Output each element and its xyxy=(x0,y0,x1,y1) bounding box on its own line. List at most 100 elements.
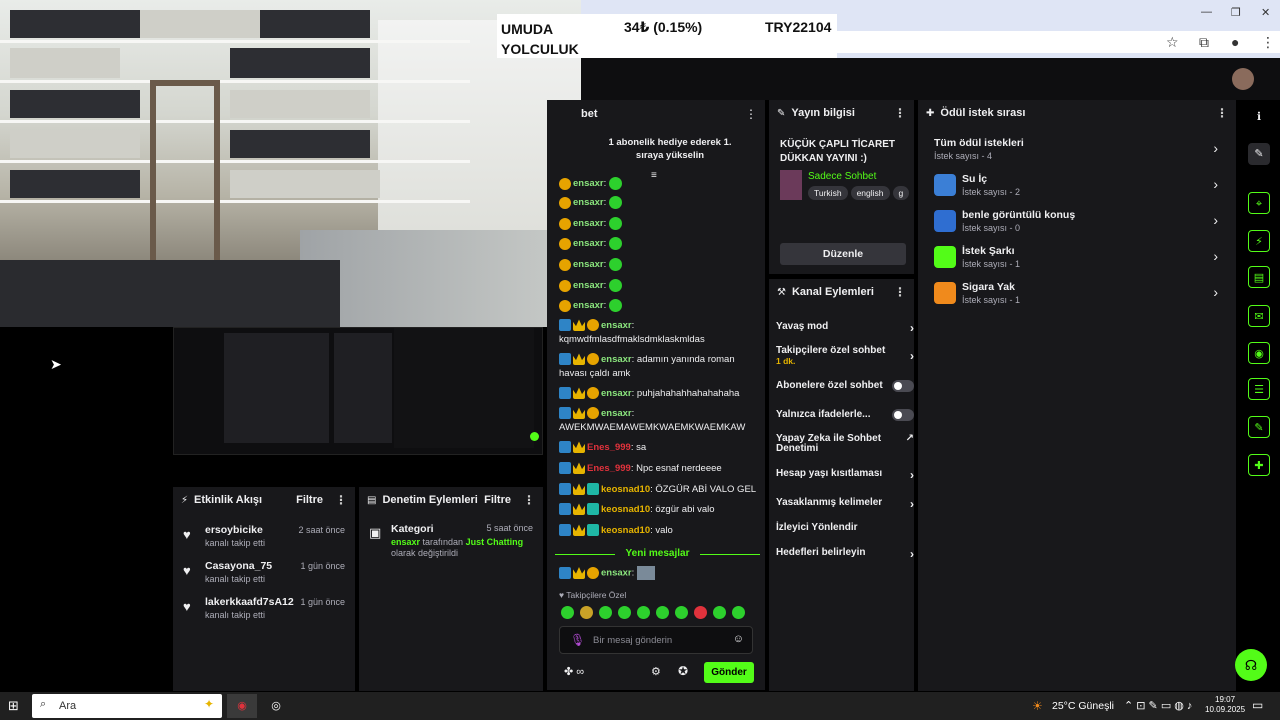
list-item: ♥ Casayona_75 kanalı takip etti 1 gün ön… xyxy=(173,558,355,594)
emote-icon[interactable] xyxy=(599,606,612,619)
broadcast-icon[interactable]: ◉ xyxy=(1248,342,1270,364)
reward-row[interactable]: Tüm ödül istekleri İstek sayısı - 4 › xyxy=(928,136,1218,170)
redirect-row[interactable]: İzleyici Yönlendir xyxy=(776,522,908,533)
chat-message: ensaxr: xyxy=(559,217,759,231)
info-icon[interactable]: ℹ xyxy=(1248,106,1270,128)
mod-item-time: 5 saat önce xyxy=(486,523,533,533)
obs-taskbar-icon[interactable]: ◎ xyxy=(262,694,290,718)
support-icon[interactable]: ☊ xyxy=(1235,649,1267,681)
category-link[interactable]: Sadece Sohbet xyxy=(808,171,876,182)
ticker-goal: TRY22104 xyxy=(765,19,832,35)
edit-button[interactable]: Düzenle xyxy=(780,243,906,265)
taskbar-search[interactable]: ⌕ Ara ✦ xyxy=(32,694,222,718)
more-icon[interactable]: ⋮ xyxy=(894,106,906,120)
subs-chat-toggle[interactable] xyxy=(892,380,914,392)
chat-input[interactable]: 🎙 Bir mesaj gönderin ☺ xyxy=(559,626,753,654)
puzzle-icon: ✚ xyxy=(926,107,935,119)
emote-icon[interactable] xyxy=(618,606,631,619)
emote-icon[interactable] xyxy=(694,606,707,619)
tag[interactable]: g xyxy=(892,186,910,200)
banned-words-row[interactable]: Yasaklanmış kelimeler › xyxy=(776,497,914,511)
minimize-icon[interactable]: — xyxy=(1201,6,1212,18)
emote-icon[interactable] xyxy=(732,606,745,619)
emote-icon[interactable] xyxy=(637,606,650,619)
chat-message: ensaxr: AWEKMWAEMAWEMKWAEMKWAEMKAW xyxy=(559,407,746,433)
sticker-icon[interactable]: ✪ xyxy=(678,664,688,678)
focus-icon[interactable]: ⌖ xyxy=(1248,192,1270,214)
extensions-icon[interactable]: ⧉ xyxy=(1199,34,1209,51)
chat-title: bet xyxy=(581,108,598,120)
ai-moderation-row[interactable]: Yapay Zeka ile Sohbet Denetimi ↗ xyxy=(776,434,914,454)
chat-message: ensaxr: xyxy=(559,258,759,272)
activity-filter-button[interactable]: Filtre xyxy=(296,494,323,506)
follower-name[interactable]: lakerkkaafd7sA12 xyxy=(205,596,294,608)
chevron-right-icon: › xyxy=(1213,176,1218,192)
activity-desc: kanalı takip etti xyxy=(205,610,266,620)
emote-icon[interactable] xyxy=(580,606,593,619)
more-icon[interactable]: ⋮ xyxy=(894,285,906,299)
emotes-only-toggle[interactable] xyxy=(892,409,914,421)
followers-chat-row[interactable]: Takipçilere özel sohbet 1 dk. › xyxy=(776,345,914,367)
chat-message: Enes_999: sa xyxy=(559,441,759,455)
chevron-right-icon: › xyxy=(910,547,914,561)
more-icon[interactable]: ⋮ xyxy=(335,493,347,507)
account-age-row[interactable]: Hesap yaşı kısıtlaması › xyxy=(776,468,914,482)
follower-name[interactable]: Casayona_75 xyxy=(205,560,272,572)
reward-icon xyxy=(934,246,956,268)
sparkle-icon: ✦ xyxy=(203,697,214,711)
emoji-icon[interactable]: ☺ xyxy=(733,633,744,645)
windows-start-icon[interactable]: ⊞ xyxy=(8,698,19,714)
tag[interactable]: english xyxy=(850,186,890,200)
more-icon[interactable]: ⋮ xyxy=(1216,106,1228,120)
lightning-icon[interactable]: ⚡ xyxy=(1248,230,1270,252)
chrome-taskbar-icon[interactable]: ◉ xyxy=(227,694,257,718)
tag[interactable]: Turkish xyxy=(808,186,848,200)
close-icon[interactable]: ✕ xyxy=(1261,6,1270,19)
emote-icon[interactable] xyxy=(656,606,669,619)
tray-icons[interactable]: ⌃ ⊡ ✎ ▭ ◍ ♪ xyxy=(1124,699,1192,712)
weather-text[interactable]: 25°C Güneşli xyxy=(1052,700,1114,712)
more-icon[interactable]: ⋮ xyxy=(523,493,535,507)
profile-icon[interactable]: ● xyxy=(1231,34,1239,50)
camera-feed xyxy=(0,0,581,327)
new-messages-divider[interactable]: Yeni mesajlar xyxy=(555,548,760,559)
layout-icon[interactable]: ☰ xyxy=(1248,378,1270,400)
reward-row[interactable]: Sigara Yak İstek sayısı - 1 › xyxy=(928,280,1218,314)
clock[interactable]: 19:07 10.09.2025 xyxy=(1205,695,1245,715)
reward-row[interactable]: İstek Şarkı İstek sayısı - 1 › xyxy=(928,244,1218,278)
settings-icon[interactable]: ⚙ xyxy=(651,665,661,678)
pencil-icon[interactable]: ✎ xyxy=(1248,143,1270,165)
hammer-icon: ⚒ xyxy=(777,286,786,298)
emote-icon[interactable] xyxy=(561,606,574,619)
menu-icon[interactable]: ⋮ xyxy=(1261,34,1275,51)
mic-icon[interactable]: 🎙 xyxy=(570,633,585,647)
reward-row[interactable]: benle görüntülü konuş İstek sayısı - 0 › xyxy=(928,208,1218,242)
goals-row[interactable]: Hedefleri belirleyin › xyxy=(776,547,914,561)
restore-icon[interactable]: ❐ xyxy=(1231,6,1241,19)
points-icon[interactable]: ✤ ∞ xyxy=(564,665,584,678)
wrench-icon[interactable]: ✎ xyxy=(1248,416,1270,438)
gift-banner[interactable]: 1 abonelik hediye ederek 1. sıraya yükse… xyxy=(595,136,745,162)
star-icon[interactable]: ☆ xyxy=(1166,34,1179,51)
more-icon[interactable]: ⋮ xyxy=(745,107,757,121)
emote-icon[interactable] xyxy=(713,606,726,619)
document-icon[interactable]: ▤ xyxy=(1248,266,1270,288)
document-icon: ▤ xyxy=(367,494,377,506)
avatar[interactable] xyxy=(1232,68,1254,90)
emote-icon[interactable] xyxy=(675,606,688,619)
moderation-filter-button[interactable]: Filtre xyxy=(484,494,511,506)
chevron-right-icon: › xyxy=(910,497,914,511)
follower-name[interactable]: ersoybicike xyxy=(205,524,263,536)
puzzle-icon[interactable]: ✚ xyxy=(1248,454,1270,476)
activity-feed-panel: ⚡ Etkinlik Akışı Filtre ⋮ ♥ ersoybicike … xyxy=(173,487,355,691)
mod-user[interactable]: ensaxr xyxy=(391,537,420,547)
chat-icon[interactable]: ✉ xyxy=(1248,305,1270,327)
slow-mode-row[interactable]: Yavaş mod › xyxy=(776,321,914,335)
notification-icon[interactable]: ▭ xyxy=(1252,698,1263,712)
chat-message: keosnad10: ÖZGÜR ABİ VALO GEL xyxy=(559,483,759,497)
reward-row[interactable]: Su İç İstek sayısı - 2 › xyxy=(928,172,1218,206)
send-button[interactable]: Gönder xyxy=(704,662,754,683)
heart-icon: ♥ xyxy=(183,599,191,614)
chat-message: ensaxr: puhjahahahhahahahaha xyxy=(559,387,759,401)
mod-category[interactable]: Just Chatting xyxy=(466,537,524,547)
